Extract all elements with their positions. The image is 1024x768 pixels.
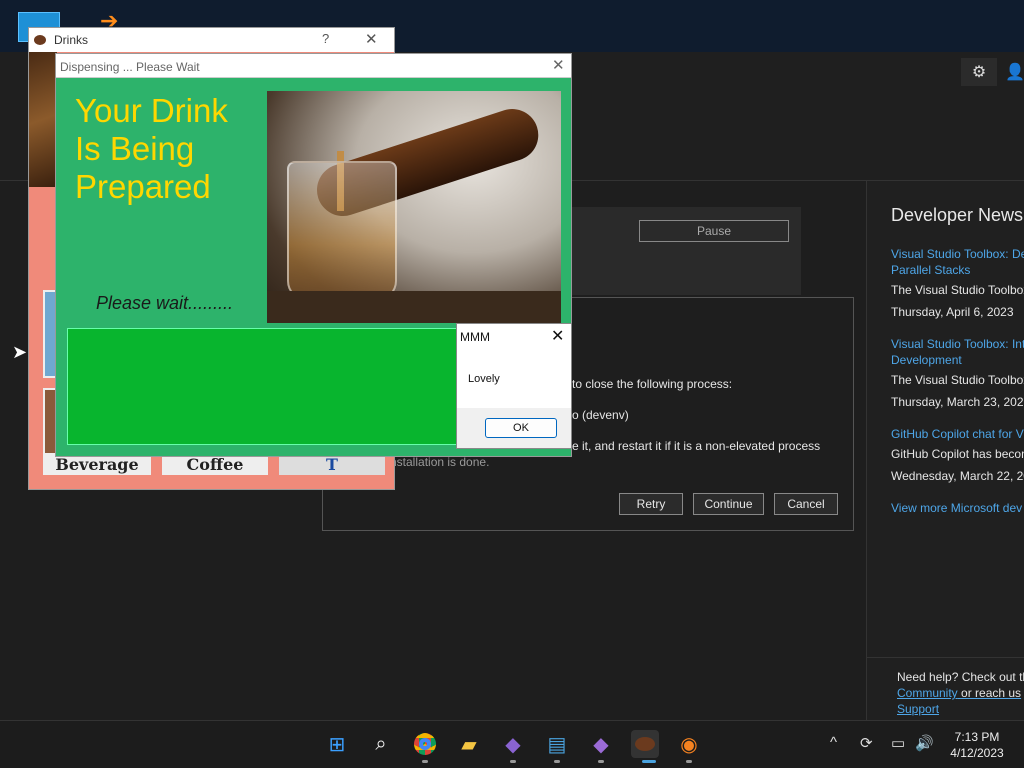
- cancel-button[interactable]: Cancel: [774, 493, 838, 515]
- heading-line: Your Drink: [75, 92, 228, 129]
- help-text: Need help? Check out th: [897, 670, 1024, 684]
- message-box-title: MMM: [460, 330, 490, 344]
- dialog-line: to close the following process:: [572, 377, 733, 391]
- news-link[interactable]: Visual Studio Toolbox: De: [891, 247, 1024, 261]
- sync-icon[interactable]: ⟳: [860, 734, 873, 752]
- preparing-heading: Your Drink Is Being Prepared: [75, 92, 265, 206]
- dialog-line: o (devenv): [572, 408, 629, 422]
- running-indicator: [554, 760, 560, 763]
- notepad-icon[interactable]: ▤: [543, 730, 571, 758]
- account-icon[interactable]: 👤: [1005, 58, 1024, 86]
- network-icon[interactable]: ▭: [891, 734, 905, 752]
- news-date: Wednesday, March 22, 20: [891, 469, 1024, 483]
- ok-button[interactable]: OK: [485, 418, 557, 438]
- news-link[interactable]: GitHub Copilot chat for V: [891, 427, 1024, 441]
- news-summary: The Visual Studio Toolbox: [891, 373, 1024, 387]
- table-surface: [267, 291, 561, 323]
- news-summary: GitHub Copilot has becom: [891, 447, 1024, 461]
- chevron-up-icon[interactable]: ^: [830, 734, 837, 751]
- news-title: Developer News: [891, 205, 1024, 225]
- news-link[interactable]: Visual Studio Toolbox: Int: [891, 337, 1024, 351]
- dialog-line: nstallation is done.: [390, 455, 490, 469]
- clock-date: 4/12/2023: [950, 746, 1004, 760]
- file-explorer-icon[interactable]: ▰: [455, 730, 483, 758]
- progress-panel: [67, 328, 457, 445]
- news-summary: The Visual Studio Toolbox: [891, 283, 1024, 297]
- pouring-drink-image: [267, 91, 561, 323]
- running-indicator: [686, 760, 692, 763]
- pause-button[interactable]: Pause: [639, 220, 789, 242]
- taskbar-clock[interactable]: 7:13 PM 4/12/2023: [945, 729, 1009, 761]
- close-button[interactable]: ✕: [551, 326, 564, 346]
- drinks-title-bar[interactable]: Drinks ? ✕: [29, 28, 394, 52]
- search-icon[interactable]: ⌕: [367, 730, 395, 758]
- continue-button[interactable]: Continue: [693, 493, 764, 515]
- settings-gear-icon[interactable]: ⚙: [961, 58, 997, 86]
- close-button[interactable]: ✕: [365, 30, 378, 48]
- news-help-footer: Need help? Check out th Community or rea…: [866, 657, 1024, 720]
- please-wait-text: Please wait.........: [96, 293, 234, 313]
- developer-news-panel: Developer News Visual Studio Toolbox: De…: [866, 181, 1024, 720]
- news-date: Thursday, April 6, 2023: [891, 305, 1014, 319]
- drinks-app-icon[interactable]: [631, 730, 659, 758]
- message-text: Lovely: [468, 373, 500, 385]
- heading-line: Is Being: [75, 130, 195, 167]
- mouse-cursor-icon: ➤: [12, 342, 28, 362]
- view-more-news-link[interactable]: View more Microsoft dev: [891, 501, 1022, 515]
- visual-studio-installer-icon[interactable]: ◆: [499, 730, 527, 758]
- visual-studio-icon[interactable]: ◆: [587, 730, 615, 758]
- message-box-footer: OK: [457, 408, 571, 448]
- dialog-line: e it, and restart it if it is a non-elev…: [572, 439, 821, 453]
- reach-text: or reach us: [957, 686, 1022, 700]
- retry-button[interactable]: Retry: [619, 493, 683, 515]
- volume-icon[interactable]: 🔊: [915, 734, 934, 752]
- running-indicator: [598, 760, 604, 763]
- running-indicator: [642, 760, 656, 763]
- running-indicator: [422, 760, 428, 763]
- start-windows-icon[interactable]: ⊞: [323, 730, 351, 758]
- community-link[interactable]: Community or reach us: [897, 686, 1021, 700]
- drinks-window-title: Drinks: [54, 33, 89, 47]
- coffee-banner-image: [29, 52, 57, 187]
- close-button[interactable]: ✕: [552, 56, 565, 74]
- support-link[interactable]: Support: [897, 702, 939, 716]
- shot-glass-shape: [287, 161, 397, 301]
- blender-icon[interactable]: ◉: [675, 730, 703, 758]
- chrome-icon[interactable]: [411, 730, 439, 758]
- news-link[interactable]: Development: [891, 353, 962, 367]
- dispensing-window-title: Dispensing ... Please Wait: [60, 60, 200, 74]
- dispensing-title-bar[interactable]: Dispensing ... Please Wait ✕: [56, 54, 571, 78]
- news-date: Thursday, March 23, 2023: [891, 395, 1024, 409]
- clock-time: 7:13 PM: [954, 730, 1000, 744]
- message-box: MMM ✕ Lovely OK: [456, 323, 572, 449]
- help-button[interactable]: ?: [322, 31, 329, 46]
- coffee-bean-icon: [34, 35, 46, 45]
- news-link[interactable]: Parallel Stacks: [891, 263, 970, 277]
- heading-line: Prepared: [75, 168, 211, 205]
- running-indicator: [510, 760, 516, 763]
